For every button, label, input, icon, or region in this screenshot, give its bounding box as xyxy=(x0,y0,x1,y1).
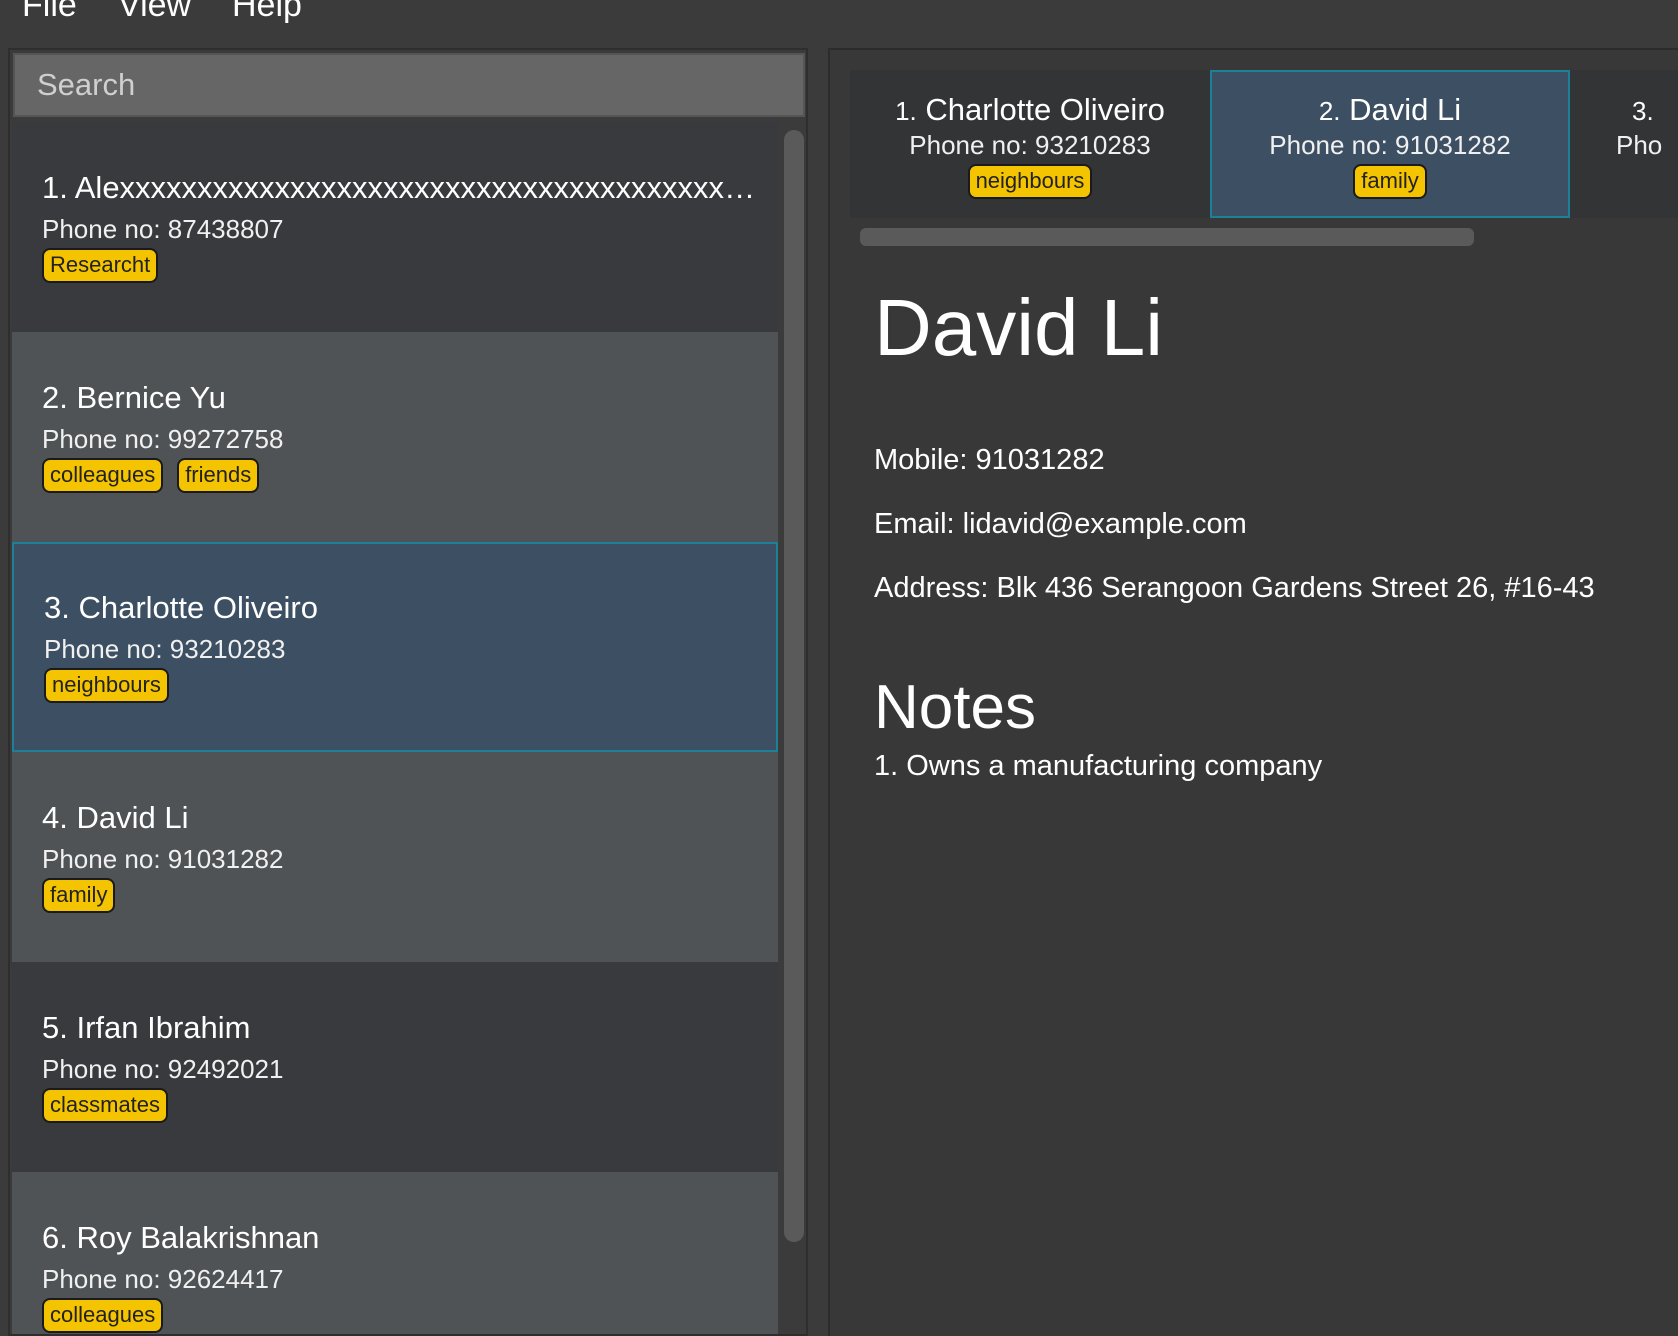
contact-phone: Phone no: 99272758 xyxy=(42,424,284,454)
pinned-contact-phone: Phone no: 93210283 xyxy=(909,130,1151,160)
tag-badge: Researcht xyxy=(42,248,159,283)
contact-tags: neighbours xyxy=(44,668,169,703)
contact-phone: Phone no: 93210283 xyxy=(44,634,286,664)
pinned-contact-tags: family xyxy=(1212,164,1568,199)
contact-name: 3. Charlotte Oliveiro xyxy=(44,590,318,625)
tag-badge: colleagues xyxy=(42,1298,164,1333)
pinned-contact-phone: Phone no: 91031282 xyxy=(1269,130,1511,160)
note-item: 1. Owns a manufacturing company xyxy=(874,750,1323,782)
contact-card[interactable]: 4. David Li Phone no: 91031282 family xyxy=(12,752,778,962)
tag-badge: family xyxy=(1353,164,1427,199)
pinned-contact-phone: Pho xyxy=(1616,130,1663,160)
contact-tags: classmates xyxy=(42,1088,169,1123)
tag-badge: friends xyxy=(177,458,260,493)
pinned-contact-tab[interactable]: 3. Pho xyxy=(1570,70,1678,218)
pinned-contact-name: 2. David Li xyxy=(1212,92,1568,128)
contact-card[interactable]: 6. Roy Balakrishnan Phone no: 92624417 c… xyxy=(12,1172,778,1334)
contact-tags: Researcht xyxy=(42,248,159,283)
contact-card[interactable]: 2. Bernice Yu Phone no: 99272758 colleag… xyxy=(12,332,778,542)
contact-phone: Phone no: 87438807 xyxy=(42,214,284,244)
contact-tags: colleagues xyxy=(42,1298,164,1333)
contact-card-selected[interactable]: 3. Charlotte Oliveiro Phone no: 93210283… xyxy=(12,542,778,752)
tag-badge: colleagues xyxy=(42,458,164,493)
pinned-contact-label: Charlotte Oliveiro xyxy=(925,92,1165,127)
pinned-contact-tags: neighbours xyxy=(850,164,1210,199)
contact-name: 6. Roy Balakrishnan xyxy=(42,1220,320,1255)
contact-name: 5. Irfan Ibrahim xyxy=(42,1010,251,1045)
pinned-contact-index: 2. xyxy=(1318,96,1341,126)
contact-card[interactable]: 1. Alexxxxxxxxxxxxxxxxxxxxxxxxxxxxxxxxxx… xyxy=(12,122,778,332)
contact-list-panel: 1. Alexxxxxxxxxxxxxxxxxxxxxxxxxxxxxxxxxx… xyxy=(8,48,808,1336)
tag-badge: neighbours xyxy=(44,668,169,703)
app-window: File View Help 1. Alexxxxxxxxxxxxxxxxxxx… xyxy=(0,0,1678,1336)
menu-help[interactable]: Help xyxy=(232,0,302,25)
pinned-contact-tab-active[interactable]: 2. David Li Phone no: 91031282 family xyxy=(1210,70,1570,218)
detail-email: Email: lidavid@example.com xyxy=(874,508,1247,540)
pinned-contact-index: 1. xyxy=(895,96,917,126)
contact-name: 1. Alexxxxxxxxxxxxxxxxxxxxxxxxxxxxxxxxxx… xyxy=(42,170,762,205)
pinned-contact-tab[interactable]: 1. Charlotte Oliveiro Phone no: 93210283… xyxy=(850,70,1210,218)
contact-tags: colleagues friends xyxy=(42,458,260,493)
contact-tags: family xyxy=(42,878,116,913)
notes-heading: Notes xyxy=(874,673,1036,742)
detail-contact-name: David Li xyxy=(874,283,1164,372)
vertical-scrollbar[interactable] xyxy=(784,130,804,1242)
menu-view[interactable]: View xyxy=(118,0,191,25)
contact-phone: Phone no: 92492021 xyxy=(42,1054,284,1084)
pinned-contact-index: 3. xyxy=(1632,96,1654,126)
pinned-contacts-strip: 1. Charlotte Oliveiro Phone no: 93210283… xyxy=(850,70,1678,218)
contact-list: 1. Alexxxxxxxxxxxxxxxxxxxxxxxxxxxxxxxxxx… xyxy=(12,122,778,1334)
pinned-contact-label: David Li xyxy=(1349,92,1462,127)
detail-panel: 1. Charlotte Oliveiro Phone no: 93210283… xyxy=(828,48,1678,1336)
tag-badge: classmates xyxy=(42,1088,169,1123)
pinned-contact-name: 1. Charlotte Oliveiro xyxy=(850,92,1210,128)
contact-phone: Phone no: 92624417 xyxy=(42,1264,284,1294)
menu-file[interactable]: File xyxy=(22,0,77,25)
detail-mobile: Mobile: 91031282 xyxy=(874,444,1105,476)
contact-card[interactable]: 5. Irfan Ibrahim Phone no: 92492021 clas… xyxy=(12,962,778,1172)
contact-name: 2. Bernice Yu xyxy=(42,380,226,415)
contact-phone: Phone no: 91031282 xyxy=(42,844,284,874)
horizontal-scrollbar[interactable] xyxy=(860,228,1474,246)
detail-address: Address: Blk 436 Serangoon Gardens Stree… xyxy=(874,572,1595,604)
menu-bar: File View Help xyxy=(0,0,1678,46)
contact-name: 4. David Li xyxy=(42,800,189,835)
search-input[interactable] xyxy=(13,53,805,117)
pinned-contact-name: 3. xyxy=(1632,92,1678,128)
tag-badge: family xyxy=(42,878,116,913)
tag-badge: neighbours xyxy=(967,164,1093,199)
